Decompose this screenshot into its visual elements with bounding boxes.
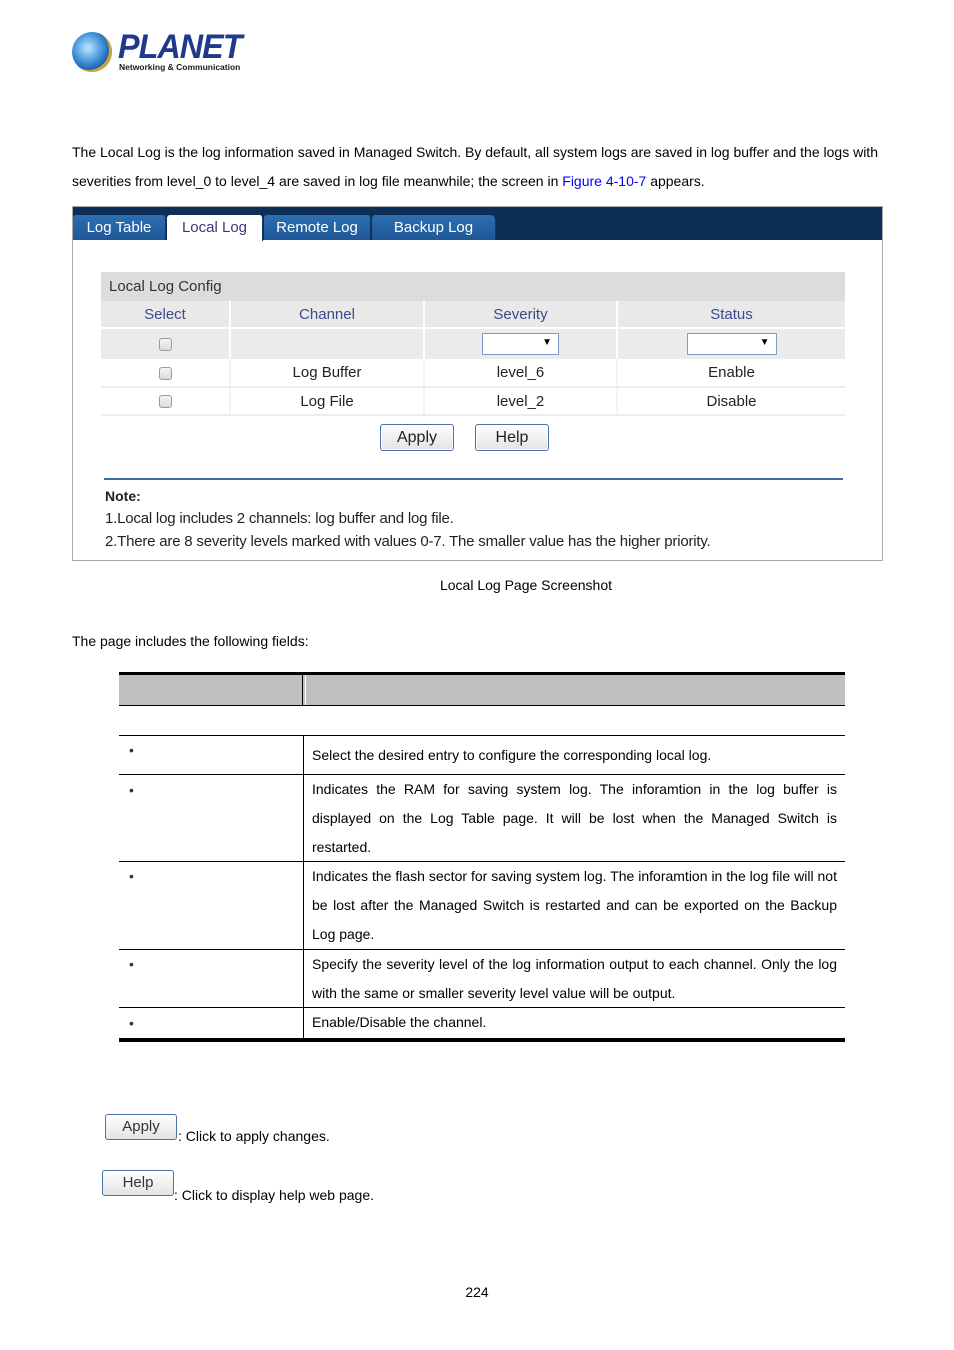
dropdown-arrow-icon: ▼ — [542, 337, 552, 348]
status-cell: Enable — [617, 359, 845, 388]
field-description: Select the desired entry to configure th… — [312, 747, 712, 763]
tab-local-log[interactable]: Local Log — [167, 215, 263, 241]
bullet-icon: • — [129, 956, 134, 972]
figure-link[interactable]: Figure 4-10-7 — [562, 173, 646, 189]
help-description: : Click to display help web page. — [174, 1187, 374, 1203]
column-header-select: Select — [101, 301, 231, 328]
column-header-channel: Channel — [230, 301, 425, 328]
severity-cell: level_2 — [424, 387, 618, 416]
logo-tagline: Networking & Communication — [119, 62, 241, 72]
planet-logo: PLANET Networking & Communication — [72, 28, 242, 75]
column-header-status: Status — [617, 301, 845, 328]
help-button[interactable]: Help — [475, 424, 549, 451]
bullet-icon: • — [129, 782, 134, 798]
channel-edit-cell — [230, 327, 425, 359]
select-all-checkbox[interactable] — [158, 338, 172, 352]
apply-description: : Click to apply changes. — [178, 1128, 330, 1144]
field-description: Specify the severity level of the log in… — [312, 956, 837, 1001]
apply-button-sample[interactable]: Apply — [105, 1114, 177, 1140]
page-number: 224 — [465, 1284, 489, 1300]
channel-cell: Log Buffer — [230, 359, 425, 388]
row-select-checkbox[interactable] — [158, 395, 172, 409]
table-row: • Specify the severity level of the log … — [119, 949, 845, 1007]
table-row: • Indicates the RAM for saving system lo… — [119, 774, 845, 861]
table-row: Log File level_2 Disable — [101, 387, 845, 416]
intro-text-end: appears. — [646, 173, 705, 189]
fields-intro: The page includes the following fields: — [72, 633, 309, 649]
panel-title: Local Log Config — [101, 272, 845, 301]
status-cell: Disable — [617, 387, 845, 416]
row-select-checkbox[interactable] — [158, 366, 172, 380]
apply-button[interactable]: Apply — [380, 424, 454, 451]
globe-icon — [72, 32, 112, 72]
tab-remote-log[interactable]: Remote Log — [264, 215, 371, 240]
bullet-icon: • — [129, 742, 134, 758]
table-bottom-rule — [119, 1038, 845, 1042]
field-description: Indicates the flash sector for saving sy… — [312, 868, 837, 942]
status-dropdown[interactable]: ▼ — [686, 333, 777, 355]
config-edit-row: ▼ ▼ — [101, 327, 845, 359]
field-description: Indicates the RAM for saving system log.… — [312, 781, 837, 855]
bullet-icon: • — [129, 1015, 134, 1031]
channel-cell: Log File — [230, 387, 425, 416]
tab-log-table[interactable]: Log Table — [73, 215, 166, 240]
fields-table-header — [119, 675, 845, 706]
local-log-screenshot: Log Table Local Log Remote Log Backup Lo… — [72, 206, 883, 561]
table-row: • Enable/Disable the channel. — [119, 1007, 845, 1038]
severity-dropdown[interactable]: ▼ — [482, 333, 559, 355]
help-button-sample[interactable]: Help — [102, 1170, 174, 1196]
column-header-severity: Severity — [424, 301, 618, 328]
config-table: Select Channel Severity Status ▼ ▼ Log B… — [101, 301, 845, 416]
tab-backup-log[interactable]: Backup Log — [372, 215, 496, 240]
table-row: • Select the desired entry to configure … — [119, 735, 845, 774]
note-divider — [104, 478, 843, 480]
table-row: • Indicates the flash sector for saving … — [119, 861, 845, 949]
tab-bar: Log Table Local Log Remote Log Backup Lo… — [73, 207, 882, 241]
figure-caption: Local Log Page Screenshot — [439, 577, 612, 593]
bullet-icon: • — [129, 868, 134, 884]
intro-text: The Local Log is the log information sav… — [72, 144, 878, 189]
table-row: Log Buffer level_6 Enable — [101, 359, 845, 388]
note-line: 1.Local log includes 2 channels: log buf… — [105, 510, 454, 527]
local-log-config-panel: Local Log Config Select Channel Severity… — [101, 272, 845, 416]
config-header-row: Select Channel Severity Status — [101, 301, 845, 328]
note-line: 2.There are 8 severity levels marked wit… — [105, 533, 711, 550]
intro-paragraph: The Local Log is the log information sav… — [72, 138, 892, 196]
note-label: Note: — [105, 488, 141, 504]
field-description: Enable/Disable the channel. — [312, 1014, 487, 1030]
dropdown-arrow-icon: ▼ — [759, 337, 770, 348]
severity-cell: level_6 — [424, 359, 618, 388]
